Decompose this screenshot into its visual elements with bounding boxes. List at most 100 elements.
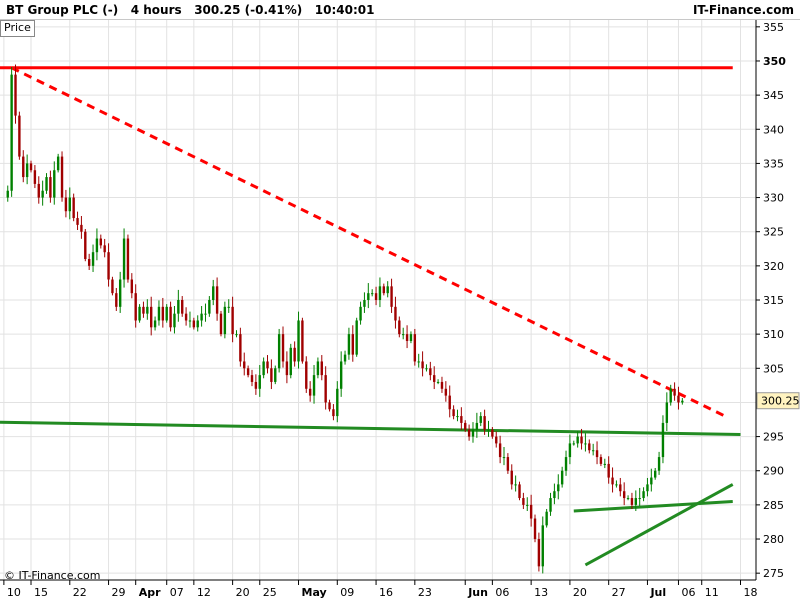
candle-body xyxy=(661,422,665,458)
candle-body xyxy=(99,238,102,246)
candle-body xyxy=(417,361,420,363)
candle-body xyxy=(541,525,544,567)
candle-body xyxy=(122,238,126,280)
y-tick-label: 345 xyxy=(763,89,784,102)
candle-body xyxy=(53,170,56,198)
candle-body xyxy=(254,381,258,389)
downtrend-trendline xyxy=(10,66,726,418)
candle-body xyxy=(456,416,459,418)
y-tick-label: 290 xyxy=(763,465,784,478)
candle-body xyxy=(572,443,575,445)
candle-body xyxy=(332,409,335,417)
price-chart[interactable]: 2752802852902953003053103153203253303353… xyxy=(0,0,800,600)
candle-body xyxy=(425,368,428,370)
candle-body xyxy=(118,279,122,307)
chart-header: BT Group PLC (-) 4 hours 300.25 (-0.41%)… xyxy=(0,0,800,20)
candle-body xyxy=(150,306,153,328)
x-tick-label: 06 xyxy=(681,586,695,599)
candle-body xyxy=(382,286,386,294)
candle-body xyxy=(181,300,184,314)
candle-body xyxy=(320,361,323,376)
candle-body xyxy=(367,293,370,300)
y-tick-label: 280 xyxy=(763,533,784,546)
x-tick-label: Jun xyxy=(467,586,488,599)
x-tick-label: 20 xyxy=(236,586,250,599)
candle-body xyxy=(153,320,157,328)
x-tick-label: 06 xyxy=(495,586,509,599)
candle-body xyxy=(409,334,413,341)
candle-body xyxy=(665,402,669,423)
candle-body xyxy=(184,313,188,321)
candle-body xyxy=(227,306,230,308)
candle-body xyxy=(336,388,339,417)
copyright-text: © IT-Finance.com xyxy=(4,569,101,582)
candle-body xyxy=(231,306,234,335)
candle-body xyxy=(169,306,172,328)
candle-body xyxy=(537,539,541,567)
candle-body xyxy=(560,470,564,485)
y-tick-label: 350 xyxy=(763,55,786,68)
x-tick-label: 18 xyxy=(743,586,757,599)
candle-body xyxy=(433,375,436,382)
y-tick-label: 355 xyxy=(763,21,784,34)
candle-body xyxy=(619,484,622,492)
candle-body xyxy=(603,463,606,465)
candle-body xyxy=(192,320,196,328)
candle-body xyxy=(285,361,289,376)
candle-body xyxy=(134,293,137,321)
candle-body xyxy=(14,74,17,116)
y-tick-label: 295 xyxy=(763,431,784,444)
candle-body xyxy=(312,375,316,396)
y-tick-label: 340 xyxy=(763,123,784,136)
candle-body xyxy=(126,238,130,280)
x-tick-label: 22 xyxy=(73,586,87,599)
candle-body xyxy=(588,443,591,451)
candle-body xyxy=(584,443,587,445)
candle-body xyxy=(471,429,475,437)
candle-body xyxy=(479,416,482,423)
candle-body xyxy=(580,436,583,444)
x-tick-label: 12 xyxy=(197,586,211,599)
neckline-trendline xyxy=(0,420,741,437)
candle-body xyxy=(622,491,626,499)
candle-body xyxy=(402,334,405,336)
candle-body xyxy=(374,293,378,300)
site-brand[interactable]: IT-Finance.com xyxy=(693,3,794,17)
candle-body xyxy=(611,477,614,485)
candle-body xyxy=(398,320,401,335)
candle-body xyxy=(204,313,207,315)
x-tick-label: 16 xyxy=(379,586,393,599)
candle-body xyxy=(29,163,33,171)
candle-body xyxy=(638,498,641,500)
candle-body xyxy=(436,381,440,383)
candle-body xyxy=(483,416,486,430)
candle-body xyxy=(339,361,343,389)
candle-body xyxy=(564,457,568,471)
candle-body xyxy=(142,306,145,314)
candle-body xyxy=(646,484,649,492)
candle-body xyxy=(173,313,176,328)
candle-body xyxy=(115,293,118,307)
candle-body xyxy=(464,422,467,430)
y-tick-label: 320 xyxy=(763,260,784,273)
candle-body xyxy=(33,170,37,184)
candle-body xyxy=(351,334,354,355)
candle-body xyxy=(243,361,246,369)
candle-body xyxy=(103,245,106,253)
x-tick-label: 07 xyxy=(170,586,184,599)
candle-body xyxy=(452,409,455,417)
range-floor-trendline xyxy=(573,499,733,513)
candle-body xyxy=(673,388,676,396)
candle-body xyxy=(324,375,327,403)
price-series-tag[interactable]: Price xyxy=(0,20,35,37)
candle-body xyxy=(518,484,521,499)
x-tick-label: 27 xyxy=(612,586,626,599)
candle-body xyxy=(262,361,265,376)
candle-body xyxy=(10,74,13,191)
y-tick-label: 335 xyxy=(763,157,784,170)
candle-body xyxy=(448,395,451,410)
candle-body xyxy=(45,177,48,191)
y-tick-label: 285 xyxy=(763,499,784,512)
candle-body xyxy=(6,190,9,198)
x-tick-label: 09 xyxy=(340,586,354,599)
